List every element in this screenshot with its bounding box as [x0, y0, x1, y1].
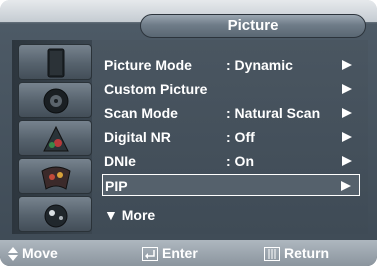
picture-icon: [41, 166, 71, 190]
menu-item-pip[interactable]: PIP: [102, 174, 360, 196]
channel-icon: [43, 125, 69, 152]
arrow-right-icon: [342, 60, 352, 70]
menu-item-scan-mode[interactable]: Scan Mode : Natural Scan: [102, 102, 360, 124]
help-move: Move: [8, 244, 58, 262]
arrow-right-icon: [342, 156, 352, 166]
menu-item-label: Digital NR: [104, 129, 171, 145]
help-return-label: Return: [284, 245, 330, 261]
sound-icon: [43, 88, 69, 114]
side-item-picture[interactable]: [18, 158, 92, 194]
help-enter: Enter: [142, 244, 198, 262]
tv-osd-menu: Picture Picture Mode: Dynamic Custom Pi…: [0, 0, 377, 266]
menu-item-label: Scan Mode: [104, 105, 178, 121]
menu-item-digital-nr[interactable]: Digital NR : Off: [102, 126, 360, 148]
menu-item-dnie[interactable]: DNIe : On: [102, 150, 360, 172]
side-item-sound[interactable]: [18, 82, 92, 118]
menu-item-value: : Dynamic: [226, 57, 293, 73]
menu-item-label: ▼ More: [104, 207, 156, 223]
help-enter-label: Enter: [162, 245, 198, 261]
menu-item-value: : Natural Scan: [226, 105, 321, 121]
arrow-right-icon: [341, 181, 351, 191]
menu-item-label: Custom Picture: [104, 81, 208, 97]
menu-title-tab: Picture: [140, 14, 366, 38]
menu-item-label: Picture Mode: [104, 57, 192, 73]
side-category-column: [12, 40, 93, 234]
up-down-arrows-icon: [8, 247, 18, 262]
help-return: Return: [264, 244, 329, 262]
setup-icon: [47, 48, 65, 78]
side-item-setup[interactable]: [18, 44, 92, 80]
menu-item-more[interactable]: ▼ More: [102, 204, 360, 226]
arrow-right-icon: [342, 84, 352, 94]
side-item-input[interactable]: [18, 196, 92, 232]
side-item-channel[interactable]: [18, 120, 92, 156]
arrow-right-icon: [342, 132, 352, 142]
menu-item-value: : On: [226, 153, 254, 169]
menu-item-picture-mode[interactable]: Picture Mode : Dynamic: [102, 54, 360, 76]
menu-panel: Picture Mode : Dynamic Custom Picture Sc…: [92, 40, 368, 234]
help-move-label: Move: [22, 245, 58, 261]
menu-item-custom-picture[interactable]: Custom Picture: [102, 78, 360, 100]
menu-item-label: DNIe: [104, 153, 136, 169]
menu-item-value: : Off: [226, 129, 255, 145]
arrow-right-icon: [342, 108, 352, 118]
menu-title: Picture: [227, 17, 279, 34]
menu-item-label: PIP: [105, 178, 128, 194]
return-icon: [264, 247, 280, 262]
help-bar: Move Enter Return: [0, 240, 377, 266]
input-icon: [44, 204, 68, 228]
enter-icon: [142, 247, 158, 262]
